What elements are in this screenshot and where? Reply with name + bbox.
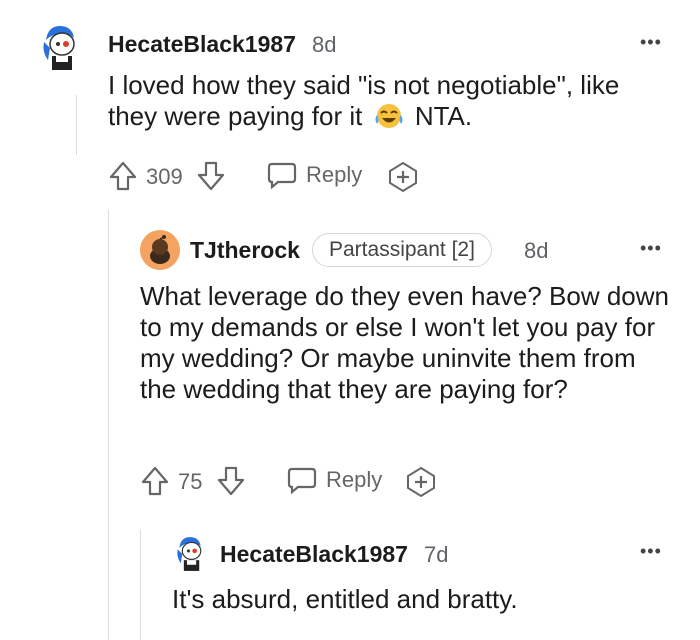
comment-author[interactable]: HecateBlack1987	[220, 541, 408, 568]
more-options-icon[interactable]: •••	[640, 541, 662, 562]
reply-button[interactable]: Reply	[286, 465, 382, 495]
tears-of-joy-emoji-icon	[374, 102, 404, 130]
comment-age: 8d	[312, 32, 337, 57]
downvote-icon[interactable]	[196, 160, 226, 192]
speech-bubble-icon	[287, 467, 317, 495]
award-button[interactable]	[404, 465, 438, 499]
vote-count: 309	[146, 164, 183, 189]
comment-author[interactable]: TJtherock	[190, 237, 300, 264]
comment-age: 7d	[424, 542, 449, 567]
award-button[interactable]	[386, 160, 420, 194]
more-options-icon[interactable]: •••	[640, 238, 662, 259]
reply-button[interactable]: Reply	[266, 160, 362, 190]
comment-body: What leverage do they even have? Bow dow…	[140, 281, 670, 404]
thread-line	[108, 210, 109, 640]
comment-body: It's absurd, entitled and bratty.	[172, 584, 518, 614]
user-flair: Partassipant [2]	[312, 233, 492, 267]
comment-body: I loved how they said "is not negotiable…	[108, 70, 668, 132]
speech-bubble-icon	[267, 162, 297, 190]
comment-author[interactable]: HecateBlack1987	[108, 31, 296, 58]
comment-text-tail: NTA.	[414, 101, 473, 131]
more-options-icon[interactable]: •••	[640, 32, 662, 53]
upvote-icon[interactable]	[140, 465, 170, 497]
comment-text: I loved how they said "is not negotiable…	[108, 70, 620, 131]
upvote-icon[interactable]	[108, 160, 138, 192]
upvote-button[interactable]	[108, 160, 138, 192]
reply-label[interactable]: Reply	[326, 467, 382, 493]
downvote-button[interactable]	[196, 160, 226, 192]
avatar[interactable]	[172, 534, 208, 574]
upvote-button[interactable]	[140, 465, 170, 497]
thread-line	[140, 530, 141, 640]
reply-label[interactable]: Reply	[306, 162, 362, 188]
downvote-icon[interactable]	[216, 465, 246, 497]
award-plus-icon[interactable]	[404, 465, 438, 499]
avatar[interactable]	[140, 230, 180, 270]
avatar[interactable]	[38, 22, 82, 74]
vote-count: 75	[178, 469, 203, 494]
comment-age: 8d	[524, 238, 549, 263]
thread-line	[76, 95, 77, 155]
award-plus-icon[interactable]	[386, 160, 420, 194]
downvote-button[interactable]	[216, 465, 246, 497]
